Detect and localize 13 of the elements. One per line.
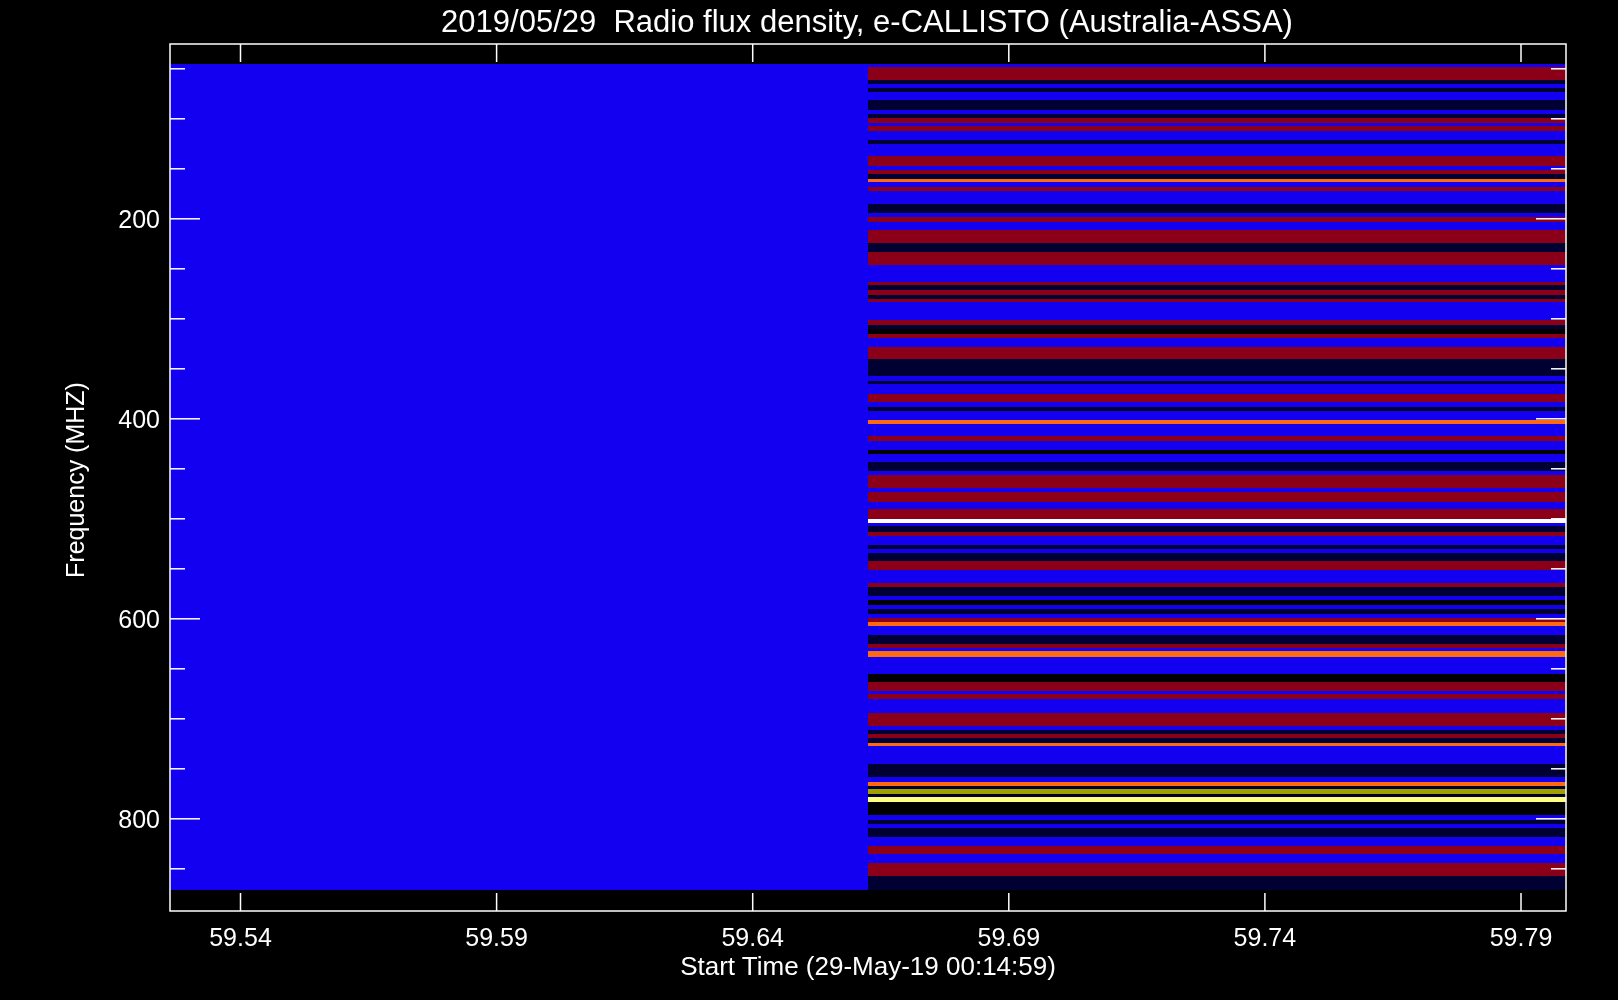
tick-label: 200 — [118, 204, 160, 233]
tick-label: 800 — [118, 804, 160, 833]
tick-label: 600 — [118, 604, 160, 633]
tick-label: 59.59 — [465, 923, 528, 951]
tick-label: 59.79 — [1489, 923, 1553, 951]
chart-title: 2019/05/29 Radio flux density, e-CALLISTO (Australia-ASSA) — [441, 4, 1293, 39]
x-axis-label: Start Time (29-May-19 00:14:59) — [680, 951, 1056, 981]
tick-label: 59.74 — [1233, 923, 1297, 951]
tick-label: 59.64 — [721, 923, 784, 951]
y-axis-label: Frequency (MHZ) — [61, 382, 89, 578]
tick-label: 59.69 — [977, 923, 1041, 951]
tick-label: 400 — [118, 404, 160, 433]
tick-label: 59.54 — [209, 923, 272, 951]
